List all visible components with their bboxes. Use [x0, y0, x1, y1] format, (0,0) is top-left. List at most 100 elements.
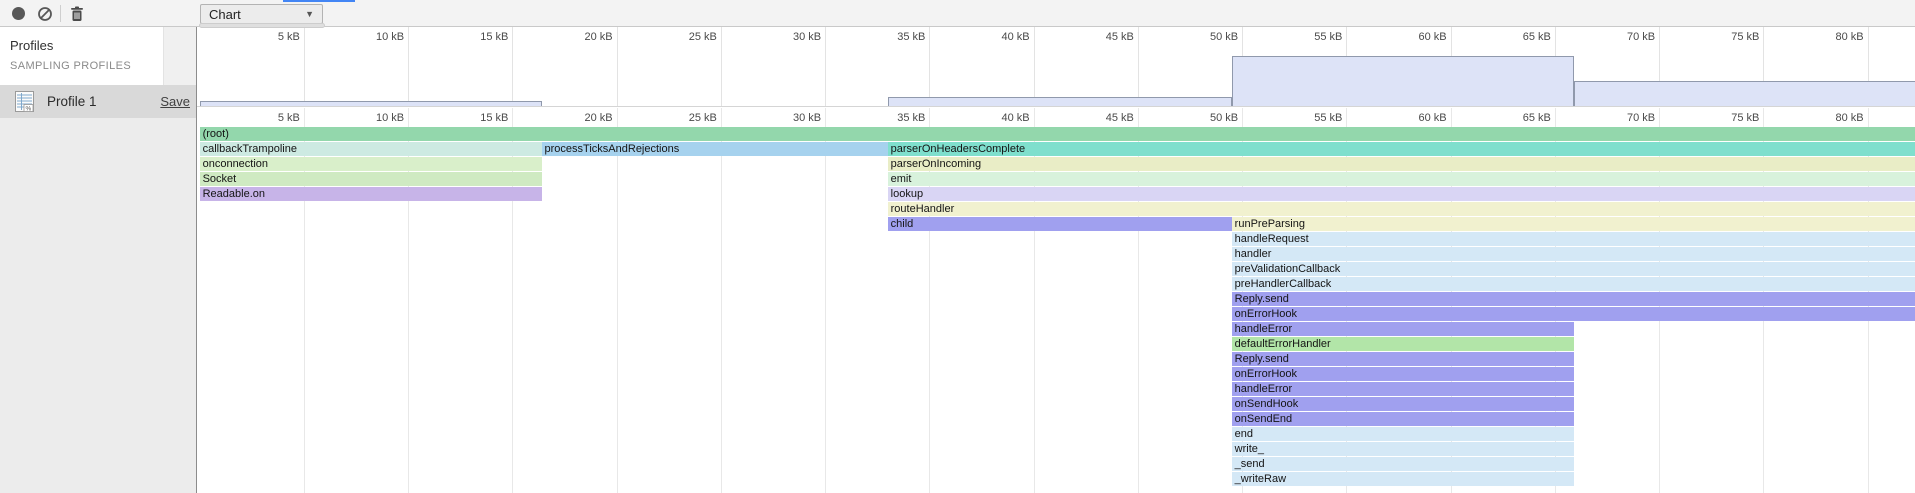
- flame-bar-label: handleRequest: [1235, 233, 1309, 245]
- flame-bar-preHandlerCallback[interactable]: preHandlerCallback: [1232, 277, 1915, 291]
- overview-ruler-label: 50 kB: [1180, 31, 1238, 43]
- overview-ruler-label: 35 kB: [867, 31, 925, 43]
- flame-bar-routeHandler[interactable]: routeHandler: [888, 202, 1915, 216]
- record-icon[interactable]: [7, 3, 29, 24]
- flame-gridline: [721, 108, 722, 493]
- flame-bar-label: handleError: [1235, 383, 1292, 395]
- flame-bar-onErrorHook[interactable]: onErrorHook: [1232, 367, 1574, 381]
- chevron-down-icon: ▼: [305, 9, 314, 19]
- flame-bar-label: callbackTrampoline: [203, 143, 297, 155]
- flame-bar-runPreParsing[interactable]: runPreParsing: [1232, 217, 1915, 231]
- flame-bar-label: Reply.send: [1235, 353, 1289, 365]
- flame-bar-label: Reply.send: [1235, 293, 1289, 305]
- overview-gridline: [408, 27, 409, 107]
- save-link[interactable]: Save: [160, 94, 190, 109]
- flame-ruler-label: 15 kB: [450, 112, 508, 124]
- flame-bar-label: child: [891, 218, 914, 230]
- flame-bar-onSendHook[interactable]: onSendHook: [1232, 397, 1574, 411]
- flame-ruler-label: 45 kB: [1076, 112, 1134, 124]
- active-tab-indicator: [283, 0, 355, 2]
- flame-bar-label: processTicksAndRejections: [545, 143, 680, 155]
- profiles-sidebar: Profiles SAMPLING PROFILES % Profile 1 S…: [0, 27, 197, 493]
- flame-bar-label: parserOnHeadersComplete: [891, 143, 1026, 155]
- flame-bar-write_[interactable]: write_: [1232, 442, 1574, 456]
- sidebar-title: Profiles: [10, 38, 53, 53]
- profiler-window: Chart ▼ Profiles SAMPLING PROFILES % Pro…: [0, 0, 1915, 493]
- flame-bar-onErrorHook[interactable]: onErrorHook: [1232, 307, 1915, 321]
- flame-bar-Reply.send[interactable]: Reply.send: [1232, 292, 1915, 306]
- overview-gridline: [304, 27, 305, 107]
- sampling-profiles-section-label: SAMPLING PROFILES: [10, 60, 131, 72]
- overview-ruler-label: 40 kB: [972, 31, 1030, 43]
- overview-area-segment: [1574, 81, 1915, 106]
- overview-ruler-label: 20 kB: [555, 31, 613, 43]
- flame-bar-processTicksAndRejections[interactable]: processTicksAndRejections: [542, 142, 888, 156]
- profile-list-item[interactable]: % Profile 1 Save: [0, 85, 196, 118]
- overview-gridline: [721, 27, 722, 107]
- flame-ruler-label: 75 kB: [1701, 112, 1759, 124]
- flame-bar-label: defaultErrorHandler: [1235, 338, 1331, 350]
- overview-baseline: [197, 106, 1915, 107]
- overview-ruler-label: 10 kB: [346, 31, 404, 43]
- flame-bar-Readable.on[interactable]: Readable.on: [200, 187, 542, 201]
- flame-bar-child[interactable]: child: [888, 217, 1232, 231]
- flame-bar-parserOnHeadersComplete[interactable]: parserOnHeadersComplete: [888, 142, 1915, 156]
- overview-ruler-label: 70 kB: [1597, 31, 1655, 43]
- record-dot-icon: [12, 7, 25, 20]
- flame-bar-label: onSendEnd: [1235, 413, 1293, 425]
- svg-text:%: %: [26, 106, 32, 113]
- flame-bar-emit[interactable]: emit: [888, 172, 1915, 186]
- flame-bar-label: onErrorHook: [1235, 308, 1297, 320]
- overview-scrollbar-thumb[interactable]: [199, 23, 325, 28]
- flame-bar-label: _send: [1235, 458, 1265, 470]
- overview-gridline: [1034, 27, 1035, 107]
- trash-icon[interactable]: [66, 3, 88, 24]
- clear-icon[interactable]: [34, 3, 56, 24]
- flame-bar-defaultErrorHandler[interactable]: defaultErrorHandler: [1232, 337, 1574, 351]
- flame-ruler-label: 70 kB: [1597, 112, 1655, 124]
- flame-bar-lookup[interactable]: lookup: [888, 187, 1915, 201]
- overview-ruler-label: 5 kB: [242, 31, 300, 43]
- flame-bar-label: onSendHook: [1235, 398, 1299, 410]
- flame-bar-handleError[interactable]: handleError: [1232, 322, 1574, 336]
- flame-bar-_writeRaw[interactable]: _writeRaw: [1232, 472, 1574, 486]
- flame-bar-_send[interactable]: _send: [1232, 457, 1574, 471]
- overview-ruler-label: 30 kB: [763, 31, 821, 43]
- flame-bar-label: preValidationCallback: [1235, 263, 1341, 275]
- flame-ruler-label: 35 kB: [867, 112, 925, 124]
- flame-bar-Socket[interactable]: Socket: [200, 172, 542, 186]
- flame-bar-(root)[interactable]: (root): [200, 127, 1915, 141]
- flame-bar-label: Readable.on: [203, 188, 265, 200]
- flame-gridline: [825, 108, 826, 493]
- sidebar-scrollbar-track[interactable]: [163, 27, 196, 85]
- flame-bar-label: runPreParsing: [1235, 218, 1305, 230]
- view-mode-select[interactable]: Chart ▼: [200, 4, 323, 24]
- flame-bar-label: lookup: [891, 188, 923, 200]
- flame-bar-handleRequest[interactable]: handleRequest: [1232, 232, 1915, 246]
- flame-chart-pane[interactable]: 5 kB 10 kB 15 kB 20 kB 25 kB 30 kB 35 kB 40 kB 4…: [197, 27, 1915, 493]
- flame-bar-onconnection[interactable]: onconnection: [200, 157, 542, 171]
- overview-ruler-label: 75 kB: [1701, 31, 1759, 43]
- flame-bar-label: routeHandler: [891, 203, 955, 215]
- trash-glyph-icon: [70, 6, 84, 22]
- flame-bar-onSendEnd[interactable]: onSendEnd: [1232, 412, 1574, 426]
- flame-bar-parserOnIncoming[interactable]: parserOnIncoming: [888, 157, 1915, 171]
- overview-ruler-label: 65 kB: [1493, 31, 1551, 43]
- flame-ruler-label: 65 kB: [1493, 112, 1551, 124]
- flame-bar-label: handler: [1235, 248, 1272, 260]
- flame-bar-preValidationCallback[interactable]: preValidationCallback: [1232, 262, 1915, 276]
- flame-ruler-label: 30 kB: [763, 112, 821, 124]
- flame-bar-end[interactable]: end: [1232, 427, 1574, 441]
- overview-ruler-label: 80 kB: [1806, 31, 1864, 43]
- flame-bar-handleError[interactable]: handleError: [1232, 382, 1574, 396]
- flame-bar-label: handleError: [1235, 323, 1292, 335]
- sidebar-empty-area: [0, 118, 196, 493]
- flame-ruler-label: 80 kB: [1806, 112, 1864, 124]
- overview-gridline: [929, 27, 930, 107]
- overview-area-segment: [1232, 56, 1574, 106]
- flame-bar-Reply.send[interactable]: Reply.send: [1232, 352, 1574, 366]
- overview-ruler-label: 25 kB: [659, 31, 717, 43]
- flame-bar-handler[interactable]: handler: [1232, 247, 1915, 261]
- flame-bar-callbackTrampoline[interactable]: callbackTrampoline: [200, 142, 542, 156]
- flame-ruler-label: 5 kB: [242, 112, 300, 124]
